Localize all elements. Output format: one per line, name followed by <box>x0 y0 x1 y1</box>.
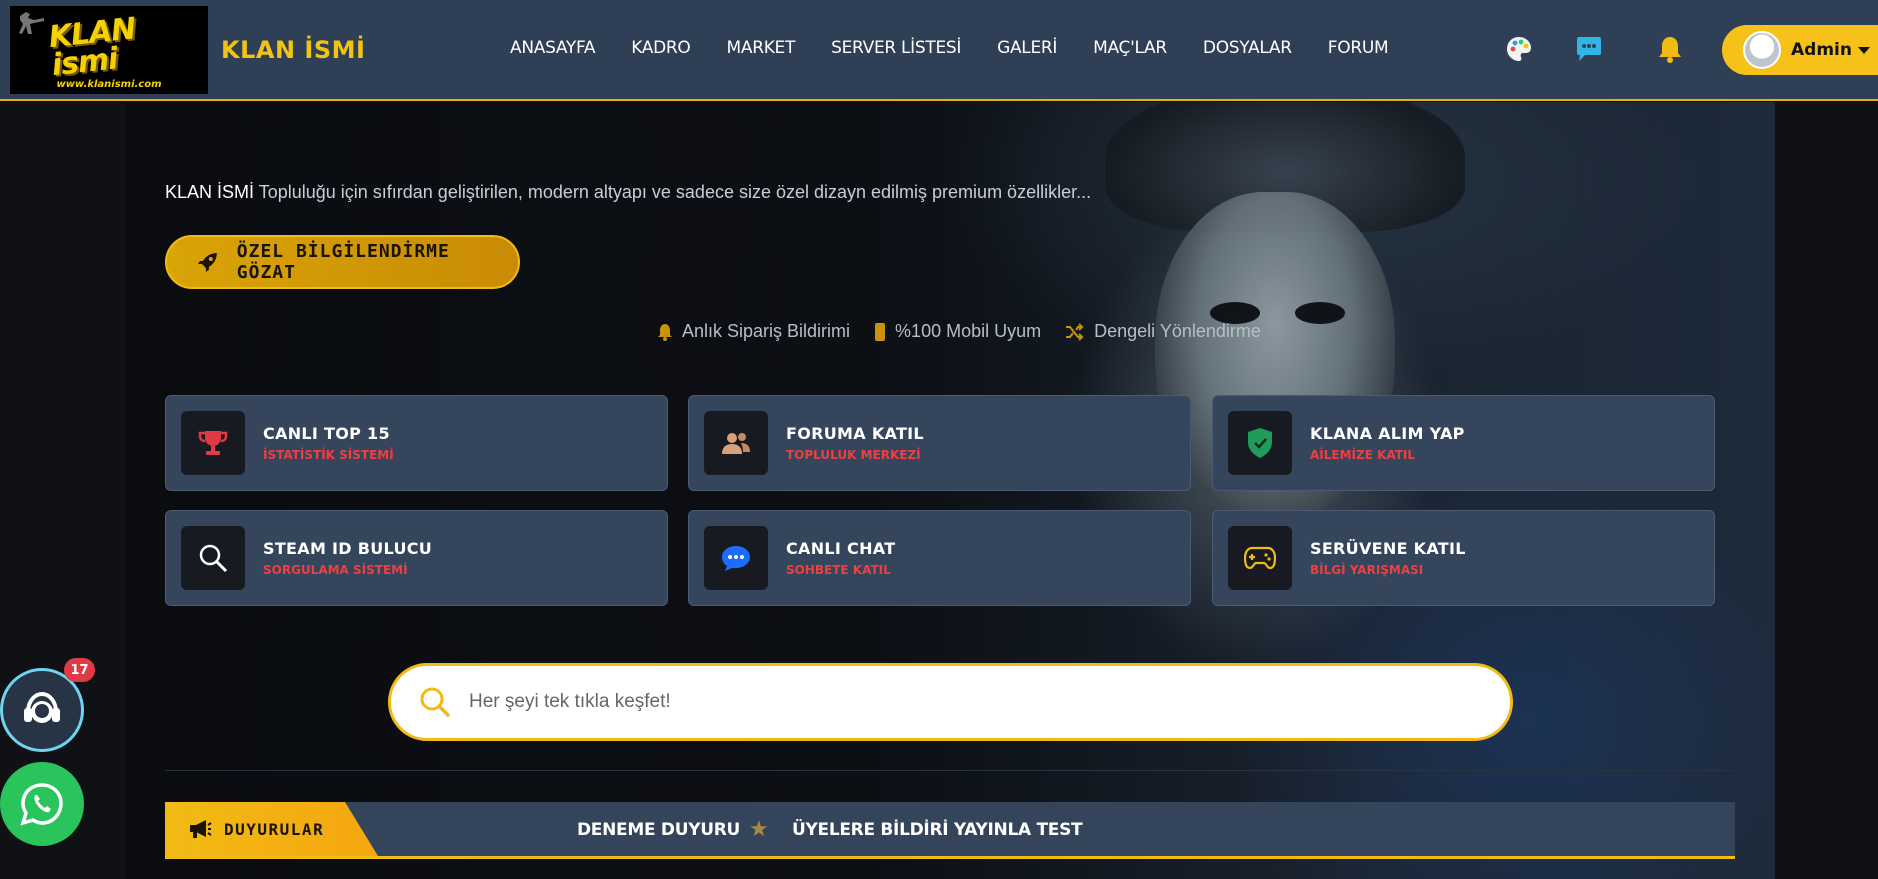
card-subtitle: SOHBETE KATIL <box>786 563 891 577</box>
feature-label: Anlık Sipariş Bildirimi <box>682 321 851 341</box>
bell-icon <box>658 323 672 341</box>
star-icon: ★ <box>749 816 769 841</box>
card-title: SERÜVENE KATIL <box>1310 539 1466 558</box>
hero-tagline: KLAN İSMİ Topluluğu için sıfırdan gelişt… <box>165 182 1091 203</box>
announcement-label-text: DUYURULAR <box>224 819 325 839</box>
feature-label: Dengeli Yönlendirme <box>1094 321 1261 341</box>
card-subtitle: TOPLULUK MERKEZİ <box>786 448 921 462</box>
feature-list: Anlık Sipariş Bildirimi %100 Mobil Uyum … <box>657 321 1261 342</box>
rocket-icon <box>197 253 217 272</box>
logo-url: www.klanismi.com <box>56 79 162 90</box>
search-icon <box>181 526 245 590</box>
card-title: CANLI TOP 15 <box>263 424 390 443</box>
chevron-down-icon <box>1857 46 1870 54</box>
main-nav: ANASAYFA KADRO MARKET SERVER LİSTESİ GAL… <box>492 38 1406 58</box>
global-search <box>388 663 1513 741</box>
card-subtitle: AİLEMİZE KATIL <box>1310 448 1416 462</box>
whatsapp-icon <box>20 783 63 826</box>
announcement-item[interactable]: DENEME DUYURU <box>577 820 740 840</box>
card-steam-id[interactable]: STEAM ID BULUCU SORGULAMA SİSTEMİ <box>165 510 668 606</box>
announcement-item[interactable]: ÜYELERE BİLDİRİ YAYINLA TEST <box>792 820 1083 840</box>
tagline-brand: KLAN İSMİ <box>165 182 255 202</box>
user-name: Admin <box>1791 40 1852 60</box>
nav-item-kadro[interactable]: KADRO <box>613 38 708 58</box>
card-subtitle: BİLGİ YARIŞMASI <box>1310 563 1424 577</box>
shuffle-icon <box>1066 322 1084 341</box>
notification-badge: 17 <box>64 658 95 682</box>
avatar <box>1743 31 1781 69</box>
headset-icon <box>24 691 60 723</box>
top-navbar: KLAN ismi www.klanismi.com KLAN İSMİ ANA… <box>0 0 1878 101</box>
bell-icon[interactable] <box>1655 34 1685 64</box>
card-canli-top[interactable]: CANLI TOP 15 İSTATİSTİK SİSTEMİ <box>165 395 668 491</box>
search-icon <box>420 687 451 718</box>
chat-icon[interactable] <box>1574 34 1604 64</box>
mobile-icon <box>875 322 886 341</box>
palette-icon[interactable] <box>1504 34 1534 64</box>
feature-label: %100 Mobil Uyum <box>895 321 1042 341</box>
gamepad-icon <box>1228 526 1292 590</box>
nav-item-galeri[interactable]: GALERİ <box>979 38 1075 58</box>
nav-item-dosyalar[interactable]: DOSYALAR <box>1185 38 1310 58</box>
card-title: KLANA ALIM YAP <box>1310 424 1465 443</box>
site-logo[interactable]: KLAN ismi www.klanismi.com <box>10 6 208 94</box>
card-foruma-katil[interactable]: FORUMA KATIL TOPLULUK MERKEZİ <box>688 395 1191 491</box>
user-menu[interactable]: Admin <box>1722 25 1878 75</box>
announcement-bar: DUYURULAR DENEME DUYURU ★ ÜYELERE BİLDİR… <box>165 802 1735 859</box>
whatsapp-button[interactable] <box>0 762 84 846</box>
announcement-label: DUYURULAR <box>165 802 378 856</box>
card-subtitle: SORGULAMA SİSTEMİ <box>263 563 408 577</box>
card-title: CANLI CHAT <box>786 539 896 558</box>
feature-item: %100 Mobil Uyum <box>874 321 1041 342</box>
logo-text: KLAN ismi <box>47 11 137 84</box>
chat-bubble-icon <box>704 526 768 590</box>
nav-item-server-listesi[interactable]: SERVER LİSTESİ <box>813 38 979 58</box>
card-title: STEAM ID BULUCU <box>263 539 433 558</box>
search-input[interactable] <box>469 691 1369 713</box>
users-icon <box>704 411 768 475</box>
card-klana-alim[interactable]: KLANA ALIM YAP AİLEMİZE KATIL <box>1212 395 1715 491</box>
trophy-icon <box>181 411 245 475</box>
cta-label: ÖZEL BİLGİLENDİRME GÖZAT <box>236 241 450 283</box>
card-canli-chat[interactable]: CANLI CHAT SOHBETE KATIL <box>688 510 1191 606</box>
section-divider <box>165 770 1735 771</box>
nav-item-maclar[interactable]: MAÇ'LAR <box>1075 38 1185 58</box>
info-cta-button[interactable]: ÖZEL BİLGİLENDİRME GÖZAT <box>165 235 520 289</box>
card-title: FORUMA KATIL <box>786 424 924 443</box>
tagline-text: Topluluğu için sıfırdan geliştirilen, mo… <box>254 182 1092 202</box>
nav-item-anasayfa[interactable]: ANASAYFA <box>492 38 613 58</box>
shield-icon <box>1228 411 1292 475</box>
nav-item-market[interactable]: MARKET <box>709 38 814 58</box>
card-subtitle: İSTATİSTİK SİSTEMİ <box>263 448 394 462</box>
soldier-icon <box>19 12 44 34</box>
feature-item: Anlık Sipariş Bildirimi <box>657 321 850 342</box>
card-seruvene-katil[interactable]: SERÜVENE KATIL BİLGİ YARIŞMASI <box>1212 510 1715 606</box>
megaphone-icon <box>190 820 212 838</box>
brand-title[interactable]: KLAN İSMİ <box>221 36 365 64</box>
feature-item: Dengeli Yönlendirme <box>1065 321 1261 342</box>
nav-item-forum[interactable]: FORUM <box>1310 38 1407 58</box>
